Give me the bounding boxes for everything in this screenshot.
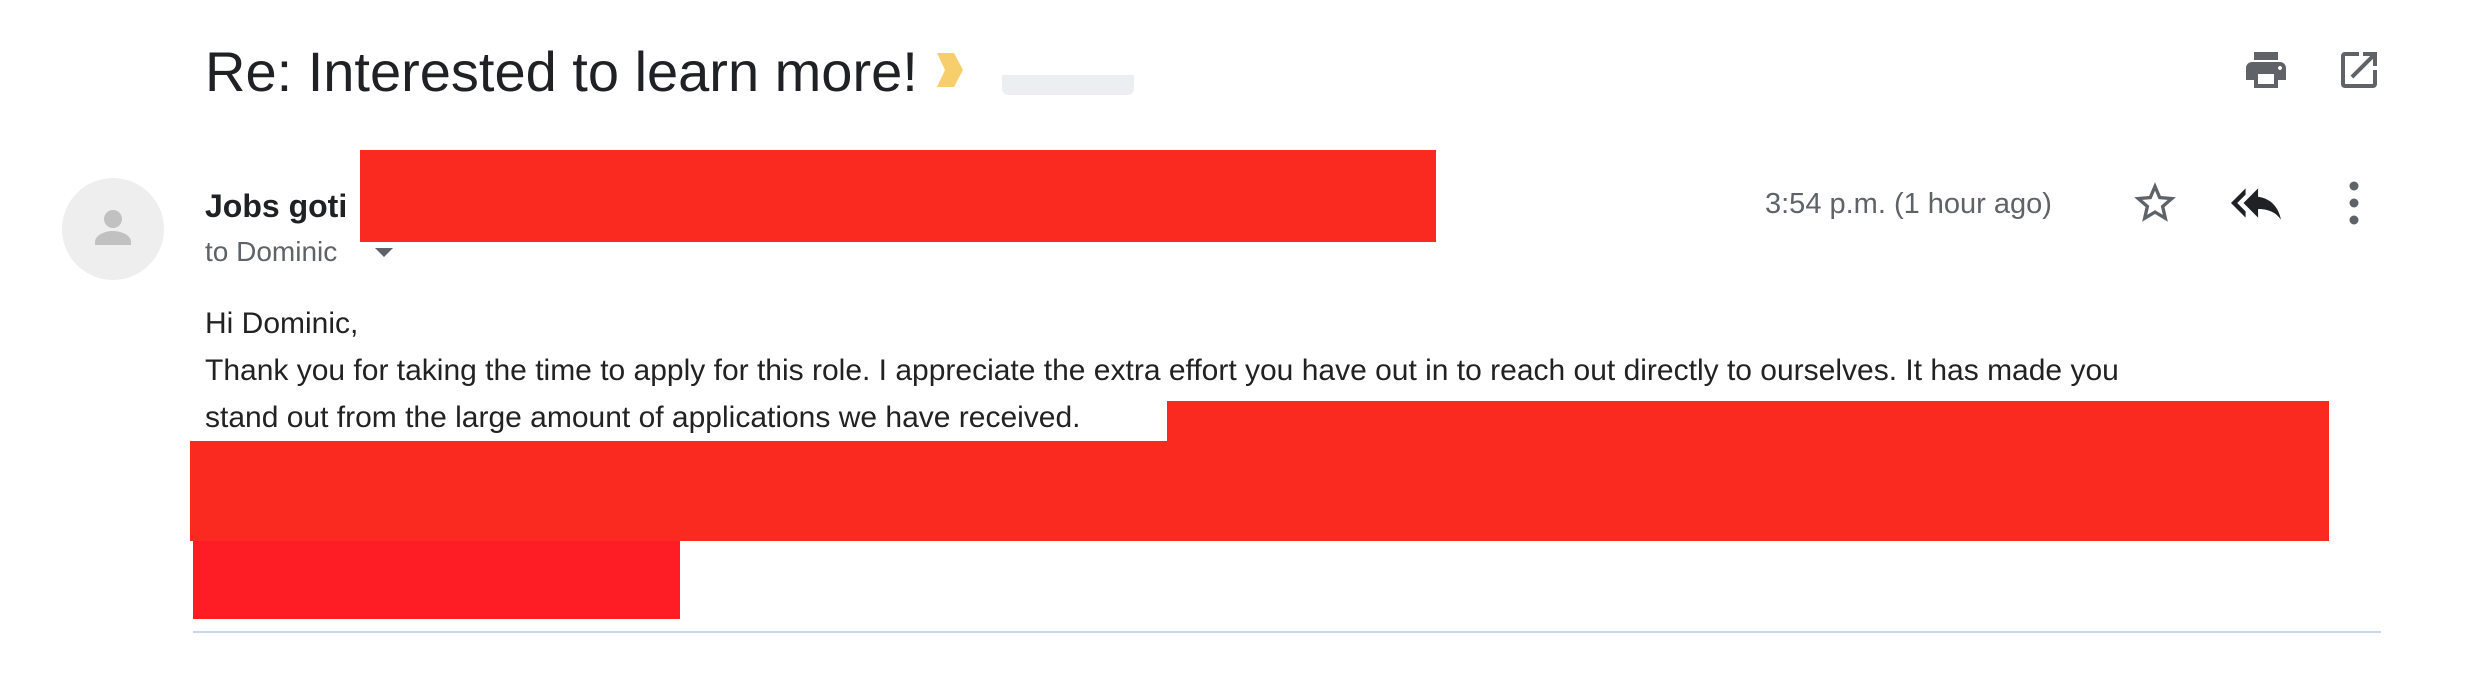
body-line-1: Thank you for taking the time to apply f… [205,354,2119,387]
open-in-new-window-icon[interactable] [2335,46,2383,94]
redaction-sender-address [360,150,1436,242]
avatar[interactable] [62,178,164,280]
sender-name[interactable]: Jobs goti [205,186,347,226]
message-divider [193,631,2381,633]
reply-all-icon[interactable] [2228,178,2281,228]
recipient-summary: to Dominic [205,236,338,267]
importance-marker-icon[interactable] [937,53,963,87]
redaction-body-tail [1167,401,2329,441]
more-vertical-icon[interactable] [2332,178,2376,228]
email-subject: Re: Interested to learn more! [205,40,918,103]
redaction-body-block [190,441,2329,541]
message-timestamp: 3:54 p.m. (1 hour ago) [1765,188,2052,220]
redaction-signature [193,541,680,619]
star-icon[interactable] [2130,178,2180,228]
chevron-down-icon[interactable] [375,245,393,257]
body-line-2: stand out from the large amount of appli… [205,401,1081,434]
body-greeting: Hi Dominic, [205,307,359,340]
label-chip[interactable] [1002,75,1134,95]
person-icon [95,210,131,245]
print-icon[interactable] [2242,46,2290,94]
